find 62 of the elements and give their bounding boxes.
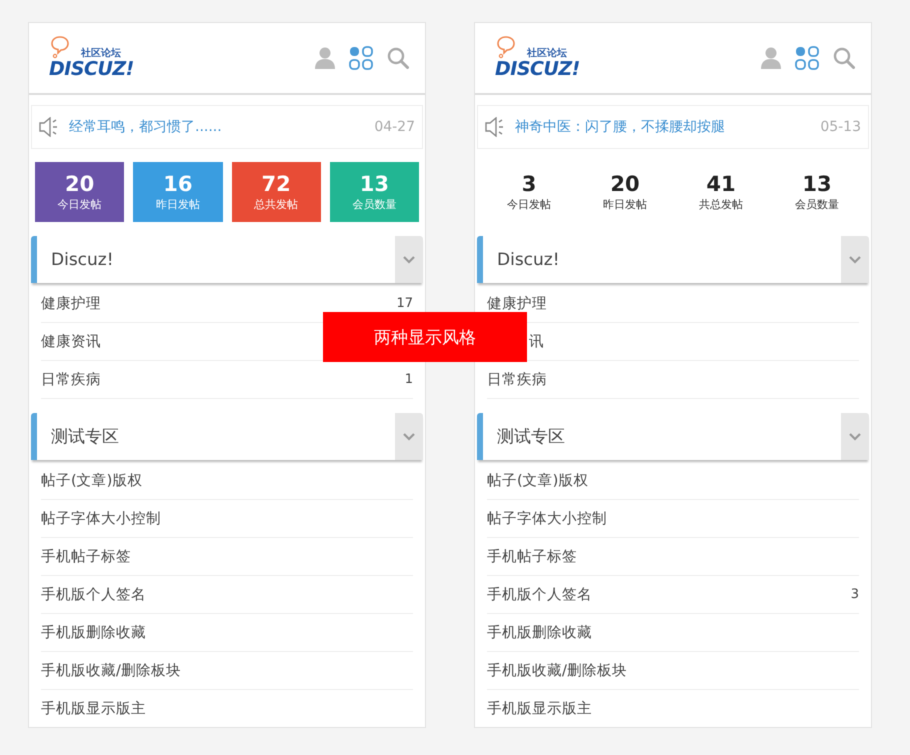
stat-value: 20 (65, 172, 94, 198)
forum-link[interactable]: 健康资讯 (41, 332, 101, 351)
style-banner: 两种显示风格 (323, 312, 527, 362)
discuz-logo[interactable]: 社区论坛 DISCUZ! (493, 35, 585, 81)
stat-label: 昨日发帖 (603, 197, 647, 212)
stat-value: 3 (522, 172, 536, 198)
forum-link[interactable]: 手机帖子标签 (41, 547, 131, 566)
forum-link[interactable]: 帖子字体大小控制 (487, 509, 607, 528)
stat-label: 昨日发帖 (156, 197, 200, 212)
forum-link[interactable]: 手机版显示版主 (41, 699, 146, 718)
stat-label: 总共发帖 (254, 197, 298, 212)
stat-value: 72 (262, 172, 291, 198)
section-header[interactable]: 测试专区 (31, 413, 423, 460)
chevron-icon (403, 256, 415, 264)
search-icon[interactable] (387, 47, 409, 69)
forum-link[interactable]: 手机版收藏/删除板块 (41, 661, 181, 680)
stat-label: 会员数量 (352, 197, 396, 212)
forum-link[interactable]: 手机版个人签名 (487, 585, 592, 604)
forum-link[interactable]: 帖子(文章)版权 (41, 471, 142, 490)
notice-bar[interactable]: 神奇中医：闪了腰，不揉腰却按腿 05-13 (477, 105, 869, 149)
forum-link[interactable]: 手机版收藏/删除板块 (487, 661, 627, 680)
stat-value: 13 (802, 172, 832, 198)
forum-link[interactable]: 手机版删除收藏 (41, 623, 146, 642)
stat-label: 今日发帖 (507, 197, 551, 212)
chevron-icon (849, 256, 861, 264)
forum-link[interactable]: 帖子字体大小控制 (41, 509, 161, 528)
chevron-icon (849, 432, 861, 440)
stat-label: 会员数量 (795, 197, 839, 212)
forum-link[interactable]: 手机版个人签名 (41, 585, 146, 604)
stat-value: 41 (706, 172, 736, 198)
search-icon[interactable] (833, 47, 855, 69)
user-icon[interactable] (761, 47, 781, 69)
notice-date: 05-13 (820, 119, 861, 135)
stat-value: 13 (360, 172, 389, 198)
stat-label: 今日发帖 (58, 197, 102, 212)
notice-bar[interactable]: 经常耳鸣，都习惯了...... 04-27 (31, 105, 423, 149)
user-icon[interactable] (315, 47, 335, 69)
forum-link[interactable]: 日常疾病 (41, 370, 101, 389)
stat-value: 16 (163, 172, 192, 198)
section-header[interactable]: 测试专区 (477, 413, 869, 460)
notice-date: 04-27 (374, 119, 415, 135)
forum-link[interactable]: 日常疾病 (487, 370, 547, 389)
forum-link[interactable]: 手机帖子标签 (487, 547, 577, 566)
grid-icon[interactable] (795, 46, 819, 70)
forum-link[interactable]: 帖子(文章)版权 (487, 471, 588, 490)
notice-text[interactable]: 神奇中医：闪了腰，不揉腰却按腿 (515, 118, 725, 136)
discuz-logo[interactable]: 社区论坛 DISCUZ! (47, 35, 139, 81)
chevron-icon (403, 432, 415, 440)
stat-label: 共总发帖 (699, 197, 743, 212)
stat-value: 20 (610, 172, 640, 198)
notice-text[interactable]: 经常耳鸣，都习惯了...... (69, 118, 222, 136)
forum-link[interactable]: 讯 (529, 332, 544, 351)
post-count: 3 (850, 587, 859, 602)
forum-link[interactable]: 健康护理 (487, 294, 547, 313)
grid-icon[interactable] (349, 46, 373, 70)
forum-link[interactable]: 手机版显示版主 (487, 699, 592, 718)
post-count: 17 (396, 296, 413, 311)
forum-link[interactable]: 手机版删除收藏 (487, 623, 592, 642)
forum-link[interactable]: 健康护理 (41, 294, 101, 313)
section-header[interactable]: Discuz! (477, 236, 869, 283)
post-count: 1 (404, 372, 413, 387)
section-header[interactable]: Discuz! (31, 236, 423, 283)
